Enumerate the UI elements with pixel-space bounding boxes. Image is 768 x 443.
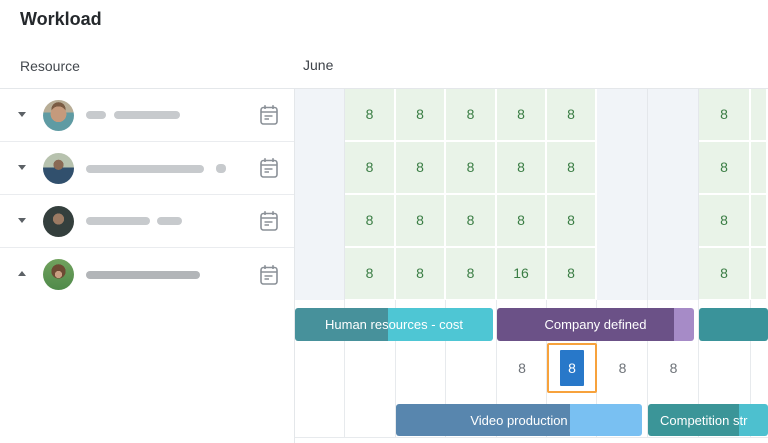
name-placeholder <box>157 217 182 225</box>
selected-allocation-cell[interactable]: 8 <box>547 343 597 393</box>
weekend-cell <box>295 89 345 142</box>
project-bars-row: Video production Competition str <box>295 404 768 436</box>
avatar <box>43 100 74 131</box>
workload-cell[interactable]: 8 <box>547 142 597 195</box>
workload-cell[interactable] <box>751 195 768 248</box>
workload-cell[interactable]: 16 <box>497 248 547 300</box>
allocation-cell[interactable]: 8 <box>648 343 699 393</box>
weekend-cell <box>597 195 648 248</box>
project-bar-label <box>699 308 768 341</box>
workload-cell[interactable]: 8 <box>446 89 497 142</box>
project-bar[interactable]: Video production <box>396 404 642 436</box>
project-bar-label: Company defined <box>497 308 694 341</box>
project-bar[interactable] <box>699 308 768 341</box>
workload-cell[interactable] <box>751 142 768 195</box>
workload-grid: 8888888888888888888881688 <box>295 89 768 300</box>
weekend-cell <box>295 195 345 248</box>
workload-cell[interactable]: 8 <box>446 142 497 195</box>
weekend-cell <box>597 89 648 142</box>
resource-row[interactable] <box>0 142 294 195</box>
allocation-value[interactable]: 8 <box>560 350 584 386</box>
avatar <box>43 259 74 290</box>
project-bars-row: Human resources - cost Company defined <box>295 308 768 341</box>
name-placeholder <box>216 164 226 173</box>
name-placeholder <box>114 111 180 119</box>
project-bar[interactable]: Competition str <box>648 404 768 436</box>
workload-cell[interactable]: 8 <box>699 89 751 142</box>
avatar <box>43 153 74 184</box>
workload-cell[interactable]: 8 <box>547 195 597 248</box>
page-title: Workload <box>20 9 102 30</box>
workload-cell[interactable]: 8 <box>396 248 446 300</box>
workload-cell[interactable]: 8 <box>497 195 547 248</box>
resource-row[interactable] <box>0 89 294 142</box>
workload-cell[interactable] <box>751 248 768 300</box>
project-bar[interactable]: Human resources - cost <box>295 308 493 341</box>
redacted-name <box>86 164 226 173</box>
workload-cell[interactable]: 8 <box>497 142 547 195</box>
resource-row[interactable] <box>0 195 294 248</box>
workload-cell[interactable]: 8 <box>396 195 446 248</box>
workload-cell[interactable]: 8 <box>396 142 446 195</box>
project-bar-label: Video production <box>396 404 642 436</box>
workload-cell[interactable]: 8 <box>497 89 547 142</box>
workload-cell[interactable]: 8 <box>699 142 751 195</box>
calendar-icon[interactable] <box>257 103 281 127</box>
project-bar[interactable]: Company defined <box>497 308 694 341</box>
name-placeholder <box>86 271 200 279</box>
weekend-cell <box>295 248 345 300</box>
expanded-allocation-section: Human resources - cost Company defined V… <box>295 300 768 443</box>
weekend-cell <box>648 248 699 300</box>
weekend-cell <box>597 142 648 195</box>
calendar-icon[interactable] <box>257 263 281 287</box>
workload-cell[interactable]: 8 <box>345 89 396 142</box>
weekend-cell <box>648 89 699 142</box>
workload-view: Workload Resource June <box>0 0 768 443</box>
weekend-cell <box>597 248 648 300</box>
workload-cell[interactable]: 8 <box>396 89 446 142</box>
chevron-down-icon[interactable] <box>18 218 26 223</box>
name-placeholder <box>86 165 204 173</box>
resource-list <box>0 89 294 301</box>
workload-cell[interactable]: 8 <box>699 248 751 300</box>
allocation-cell[interactable]: 8 <box>497 343 547 393</box>
timeline-month-label: June <box>303 57 333 73</box>
grid-bottom-line <box>295 437 768 438</box>
workload-cell[interactable]: 8 <box>446 248 497 300</box>
resource-column-header: Resource <box>20 58 80 74</box>
allocation-cell[interactable]: 8 <box>597 343 648 393</box>
workload-cell[interactable]: 8 <box>345 248 396 300</box>
weekend-cell <box>295 142 345 195</box>
name-placeholder <box>86 111 106 119</box>
workload-cell[interactable]: 8 <box>699 195 751 248</box>
redacted-name <box>86 111 180 119</box>
resource-row[interactable] <box>0 248 294 301</box>
workload-cell[interactable]: 8 <box>547 89 597 142</box>
redacted-name <box>86 271 200 279</box>
redacted-name <box>86 217 182 225</box>
workload-cell[interactable]: 8 <box>446 195 497 248</box>
chevron-down-icon[interactable] <box>18 165 26 170</box>
workload-cell[interactable]: 8 <box>345 195 396 248</box>
chevron-down-icon[interactable] <box>18 112 26 117</box>
name-placeholder <box>86 217 150 225</box>
workload-cell[interactable]: 8 <box>547 248 597 300</box>
avatar <box>43 206 74 237</box>
workload-cell[interactable] <box>751 89 768 142</box>
weekend-cell <box>648 142 699 195</box>
weekend-cell <box>648 195 699 248</box>
workload-cell[interactable]: 8 <box>345 142 396 195</box>
chevron-up-icon[interactable] <box>18 271 26 276</box>
project-bar-label: Human resources - cost <box>295 308 493 341</box>
project-bar-label: Competition str <box>648 404 768 436</box>
calendar-icon[interactable] <box>257 209 281 233</box>
calendar-icon[interactable] <box>257 156 281 180</box>
